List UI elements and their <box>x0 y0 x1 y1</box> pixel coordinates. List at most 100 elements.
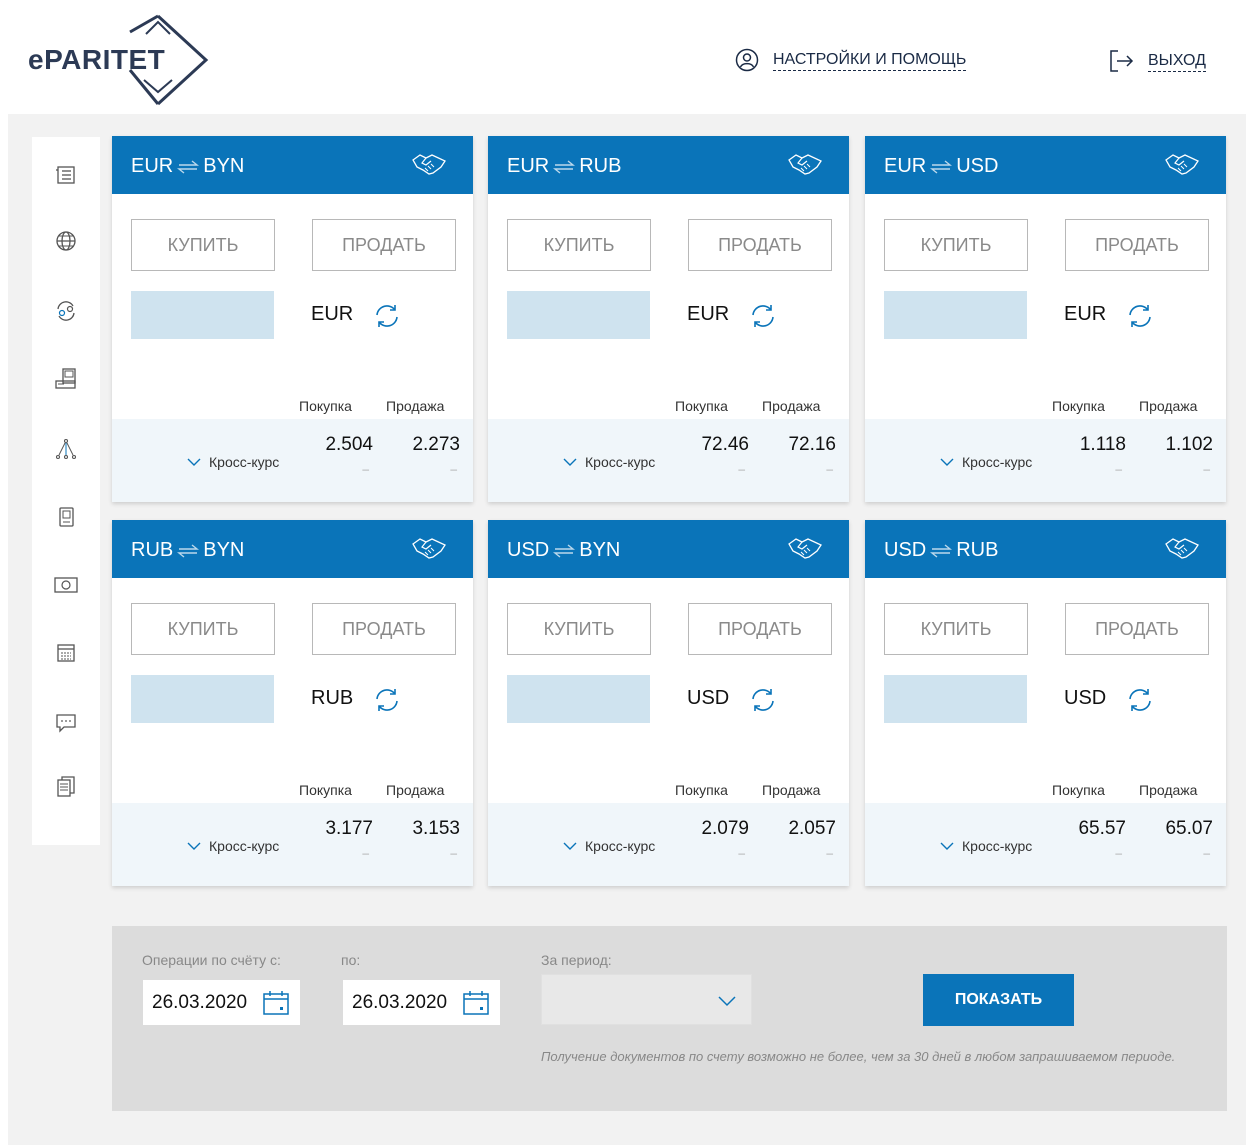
sell-button[interactable]: ПРОДАТЬ <box>688 603 832 655</box>
cross-rate-toggle[interactable]: Кросс-курс <box>187 838 279 854</box>
cross-rate-toggle[interactable]: Кросс-курс <box>563 838 655 854</box>
handshake-icon[interactable] <box>411 536 447 562</box>
cross-rate-label: Кросс-курс <box>585 454 656 470</box>
sidebar-item-calendar[interactable] <box>52 639 80 667</box>
sidebar-item-chat[interactable] <box>52 709 80 737</box>
from-date-field[interactable]: 26.03.2020 <box>143 980 300 1025</box>
calendar-icon[interactable] <box>262 989 290 1017</box>
sale-label: Продажа <box>1139 782 1198 798</box>
amount-input[interactable] <box>507 291 650 339</box>
document-icon <box>59 507 74 527</box>
swap-currency-icon[interactable] <box>1127 687 1153 713</box>
amount-currency: EUR <box>311 303 354 325</box>
swap-arrows-icon <box>930 159 953 174</box>
cross-rate-toggle[interactable]: Кросс-курс <box>563 454 655 470</box>
rates-footer: Кросс-курс 2.079 2.057 – – <box>488 803 849 886</box>
swap-currency-icon[interactable] <box>374 303 400 329</box>
buy-button[interactable]: КУПИТЬ <box>131 603 275 655</box>
swap-currency-icon[interactable] <box>750 303 776 329</box>
sale-label: Продажа <box>762 782 821 798</box>
sidebar-item-document[interactable] <box>52 503 80 531</box>
handshake-icon[interactable] <box>411 152 447 178</box>
handshake-icon[interactable] <box>1164 152 1200 178</box>
purchase-rate-change: – <box>738 846 745 860</box>
sidebar-item-terminal[interactable] <box>52 365 80 393</box>
chevron-down-icon <box>940 458 954 466</box>
calendar-icon[interactable] <box>462 989 490 1017</box>
amount-currency: RUB <box>311 687 354 709</box>
sale-rate: 65.07 <box>1165 818 1213 839</box>
rates-footer: Кросс-курс 1.118 1.102 – – <box>865 419 1226 502</box>
chevron-down-icon <box>940 842 954 850</box>
swap-currency-icon[interactable] <box>374 687 400 713</box>
logo[interactable]: ePARITET <box>28 12 210 108</box>
amount-input[interactable] <box>131 675 274 723</box>
sale-rate-change: – <box>1203 462 1210 476</box>
amount-input[interactable] <box>507 675 650 723</box>
currency-from: EUR <box>884 155 927 177</box>
cross-rate-toggle[interactable]: Кросс-курс <box>187 454 279 470</box>
card-header: RUB BYN <box>112 520 473 578</box>
card-header: EUR BYN <box>112 136 473 194</box>
user-circle-icon <box>735 48 759 72</box>
amount-input[interactable] <box>131 291 274 339</box>
logout-link[interactable]: ВЫХОД <box>1108 48 1206 74</box>
newspaper-icon <box>56 166 75 184</box>
amount-input[interactable] <box>884 675 1027 723</box>
currency-from: USD <box>507 539 550 561</box>
swap-arrows-icon <box>177 543 200 558</box>
sell-button[interactable]: ПРОДАТЬ <box>1065 219 1209 271</box>
buy-button[interactable]: КУПИТЬ <box>507 219 651 271</box>
chevron-down-icon <box>563 842 577 850</box>
currency-card: USD RUB КУПИТЬ ПРОДАТЬ USD Покупка Прода… <box>865 520 1226 886</box>
sidebar-item-globe[interactable] <box>52 227 80 255</box>
sale-rate: 2.273 <box>412 434 460 455</box>
sell-button[interactable]: ПРОДАТЬ <box>1065 603 1209 655</box>
handshake-icon[interactable] <box>787 536 823 562</box>
sidebar-item-exchange[interactable] <box>52 297 80 325</box>
card-header: USD RUB <box>865 520 1226 578</box>
sell-button[interactable]: ПРОДАТЬ <box>312 219 456 271</box>
currency-from: EUR <box>507 155 550 177</box>
purchase-label: Покупка <box>299 782 352 798</box>
to-date-field[interactable]: 26.03.2020 <box>343 980 500 1025</box>
currency-pair-title: USD BYN <box>507 539 620 562</box>
logout-icon <box>1110 50 1134 72</box>
currency-to: RUB <box>579 155 622 177</box>
sale-rate: 3.153 <box>412 818 460 839</box>
sale-label: Продажа <box>1139 398 1198 414</box>
purchase-label: Покупка <box>299 398 352 414</box>
header: ePARITET НАСТРОЙКИ И ПОМОЩЬ ВЫХОД <box>0 0 1246 112</box>
sell-button[interactable]: ПРОДАТЬ <box>688 219 832 271</box>
settings-help-link[interactable]: НАСТРОЙКИ И ПОМОЩЬ <box>735 48 967 72</box>
period-select[interactable] <box>541 974 752 1025</box>
sale-rate-change: – <box>450 462 457 476</box>
buy-button[interactable]: КУПИТЬ <box>507 603 651 655</box>
sale-label: Продажа <box>386 782 445 798</box>
show-button[interactable]: ПОКАЗАТЬ <box>923 974 1074 1026</box>
purchase-rate-change: – <box>362 462 369 476</box>
from-date-label: Операции по счёту с: <box>142 952 281 968</box>
handshake-icon[interactable] <box>787 152 823 178</box>
buy-button[interactable]: КУПИТЬ <box>884 219 1028 271</box>
cross-rate-toggle[interactable]: Кросс-курс <box>940 454 1032 470</box>
amount-input[interactable] <box>884 291 1027 339</box>
amount-currency: USD <box>687 687 730 709</box>
chat-icon <box>56 714 76 733</box>
purchase-label: Покупка <box>675 398 728 414</box>
logout-label: ВЫХОД <box>1148 51 1206 72</box>
currency-pair-title: EUR USD <box>884 155 998 178</box>
buy-button[interactable]: КУПИТЬ <box>884 603 1028 655</box>
sell-button[interactable]: ПРОДАТЬ <box>312 603 456 655</box>
sidebar-item-reports[interactable] <box>52 773 80 801</box>
sidebar-item-cash[interactable] <box>52 571 80 599</box>
purchase-label: Покупка <box>1052 398 1105 414</box>
cross-rate-toggle[interactable]: Кросс-курс <box>940 838 1032 854</box>
handshake-icon[interactable] <box>1164 536 1200 562</box>
buy-button[interactable]: КУПИТЬ <box>131 219 275 271</box>
sidebar-item-news[interactable] <box>52 161 80 189</box>
swap-currency-icon[interactable] <box>1127 303 1153 329</box>
swap-currency-icon[interactable] <box>750 687 776 713</box>
sidebar-item-network[interactable] <box>52 435 80 463</box>
swap-arrows-icon <box>553 543 576 558</box>
